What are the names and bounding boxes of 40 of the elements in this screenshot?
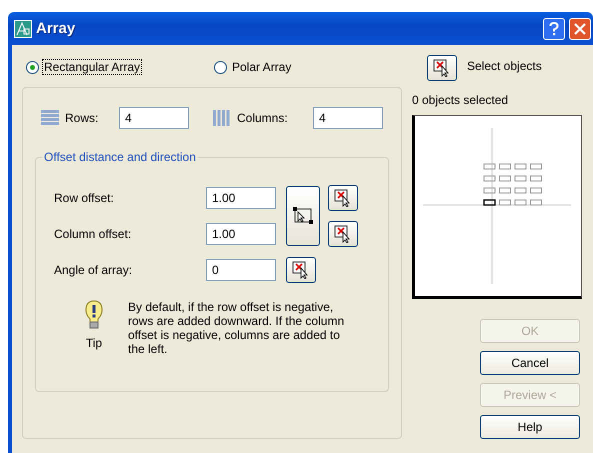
rows-label: Rows: <box>65 111 100 125</box>
dialog-button[interactable]: Help <box>480 415 580 439</box>
field-label: Row offset: <box>54 191 115 205</box>
rectangle-pick-icon <box>292 206 314 226</box>
dialog-button[interactable]: Cancel <box>480 351 580 375</box>
rows-input[interactable]: 4 <box>119 107 189 129</box>
select-objects-label: Select objects <box>467 59 542 73</box>
offset-input[interactable]: 0 <box>206 259 276 281</box>
close-icon <box>574 22 586 34</box>
pick-button[interactable] <box>328 221 358 247</box>
pick-point-icon <box>334 225 352 243</box>
select-objects-button[interactable] <box>427 55 457 81</box>
array-app-icon <box>14 20 32 38</box>
tip-text: By default, if the row offset is negative, rows are added downward. If the column offset is negative, columns are added to the left. <box>128 300 346 356</box>
radio-button[interactable] <box>214 60 227 74</box>
window-title: Array <box>36 20 76 37</box>
offset-input[interactable]: 1.00 <box>206 187 276 209</box>
pick-both-offsets-button[interactable] <box>286 186 320 246</box>
question-mark-icon <box>549 22 559 36</box>
tip-label: Tip <box>86 336 102 350</box>
pick-button[interactable] <box>286 257 316 283</box>
help-button[interactable] <box>543 18 565 40</box>
radio-label[interactable]: Rectangular Array <box>43 60 142 74</box>
field-label: Column offset: <box>54 227 132 241</box>
pick-point-icon <box>292 261 310 279</box>
pick-button[interactable] <box>328 185 358 211</box>
pick-point-icon <box>433 59 451 77</box>
columns-input[interactable]: 4 <box>313 107 383 129</box>
radio-label[interactable]: Polar Array <box>231 60 292 74</box>
columns-icon <box>213 110 231 126</box>
offset-input[interactable]: 1.00 <box>206 223 276 245</box>
selection-status: 0 objects selected <box>412 93 510 107</box>
columns-label: Columns: <box>237 111 289 125</box>
radio-button[interactable] <box>26 60 39 74</box>
group-title: Offset distance and direction <box>42 150 198 164</box>
pick-point-icon <box>334 189 352 207</box>
rows-icon <box>41 110 59 126</box>
field-label: Angle of array: <box>54 263 134 277</box>
close-button[interactable] <box>569 18 591 40</box>
lightbulb-icon <box>85 300 103 330</box>
